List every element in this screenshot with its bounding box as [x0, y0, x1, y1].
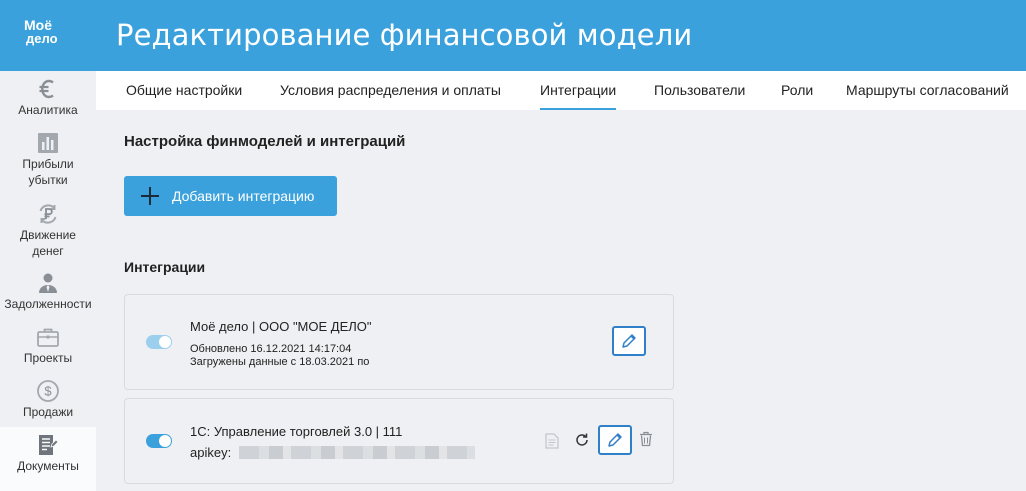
sidebar-item-projects[interactable]: Проекты [0, 325, 96, 369]
document-disabled-icon[interactable] [545, 433, 559, 449]
tab-general-settings[interactable]: Общие настройки [126, 71, 242, 110]
sidebar-item-label: Документы [17, 459, 79, 473]
sidebar-item-sales[interactable]: $ Продажи [0, 379, 96, 423]
integration-name: Моё дело | ООО "МОЕ ДЕЛО" [190, 319, 372, 334]
briefcase-icon [37, 328, 59, 347]
sidebar-item-analytics[interactable]: Аналитика [0, 77, 96, 121]
edit-button[interactable] [598, 425, 632, 455]
logo[interactable]: Моё дело [24, 18, 74, 54]
tab-users[interactable]: Пользователи [654, 71, 745, 110]
section-title: Настройка финмоделей и интеграций [124, 133, 406, 150]
integrations-heading: Интеграции [124, 259, 206, 275]
sidebar: Аналитика Прибыли убытки Движение денег … [0, 71, 96, 491]
sidebar-item-label: Аналитика [18, 103, 78, 117]
apikey-value-masked [239, 446, 475, 459]
sidebar-item-documents[interactable]: Документы [0, 427, 96, 491]
tab-integrations[interactable]: Интеграции [540, 71, 617, 110]
logo-line1: Моё [24, 17, 52, 33]
document-icon [39, 435, 59, 455]
tab-distribution-payment[interactable]: Условия распределения и оплаты [280, 71, 501, 110]
tab-bar: Общие настройки Условия распределения и … [96, 71, 1026, 110]
trash-icon[interactable] [639, 431, 653, 447]
tab-roles[interactable]: Роли [781, 71, 813, 110]
euro-icon [39, 79, 54, 99]
sidebar-item-label: Задолженности [4, 297, 92, 311]
person-icon [39, 273, 57, 293]
sidebar-item-label: Продажи [22, 405, 74, 419]
tab-approval-routes[interactable]: Маршруты согласований [846, 71, 1009, 110]
apikey-label: apikey: [190, 445, 232, 460]
enable-toggle[interactable] [146, 335, 172, 349]
bar-chart-icon [38, 133, 58, 153]
refresh-icon[interactable] [574, 432, 590, 448]
integration-card: Моё дело | ООО "МОЕ ДЕЛО" Обновлено 16.1… [124, 294, 674, 390]
enable-toggle[interactable] [146, 434, 172, 448]
sidebar-item-label: Прибыли убытки [22, 157, 74, 187]
page-title: Редактирование финансовой модели [116, 18, 693, 52]
pencil-icon [622, 334, 636, 348]
add-integration-button[interactable]: Добавить интеграцию [124, 176, 337, 216]
integration-name: 1С: Управление торговлей 3.0 | 111 [190, 424, 403, 439]
dollar-icon: $ [37, 380, 59, 402]
top-header: Моё дело Редактирование финансовой модел… [0, 0, 1026, 71]
integration-card: 1С: Управление торговлей 3.0 | 111 apike… [124, 398, 674, 484]
sidebar-item-cashflow[interactable]: Движение денег [0, 202, 96, 262]
integration-loaded: Загружены данные с 18.03.2021 по [190, 356, 370, 368]
logo-line2: дело [26, 31, 58, 46]
sidebar-item-debts[interactable]: Задолженности [0, 271, 96, 315]
add-integration-label: Добавить интеграцию [172, 188, 315, 204]
edit-button[interactable] [612, 326, 646, 356]
plus-icon [140, 186, 160, 206]
sidebar-item-label: Проекты [23, 351, 73, 365]
svg-text:$: $ [44, 384, 52, 399]
integration-updated: Обновлено 16.12.2021 14:17:04 [190, 343, 352, 355]
pencil-icon [608, 433, 622, 447]
ruble-cycle-icon [39, 204, 57, 224]
toggle-knob [159, 435, 171, 447]
sidebar-item-profit-loss[interactable]: Прибыли убытки [0, 131, 96, 191]
toggle-knob [159, 336, 171, 348]
sidebar-item-label: Движение денег [20, 228, 76, 258]
